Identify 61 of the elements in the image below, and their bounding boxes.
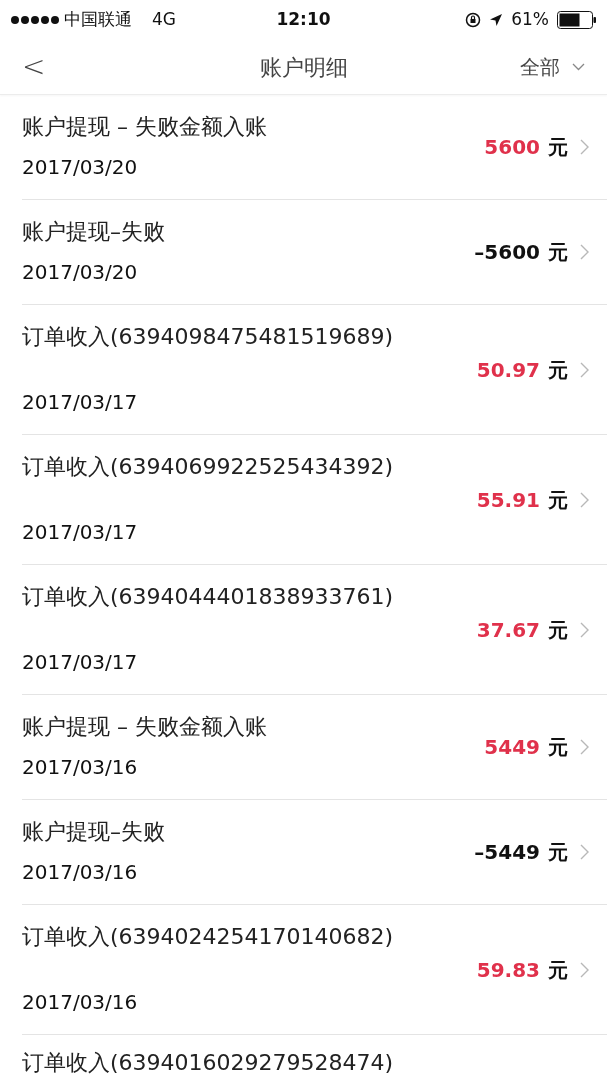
network-type: 4G — [152, 8, 176, 32]
currency-unit: 元 — [548, 134, 568, 161]
page-title: 账户明细 — [259, 53, 348, 82]
transaction-row[interactable]: 账户提现–失败 2017/03/20 –5600 元 — [22, 200, 607, 305]
row-title: 订单收入(6394098475481519689) — [22, 323, 395, 351]
row-date: 2017/03/16 — [22, 754, 139, 781]
battery-percent: 61% — [511, 8, 549, 32]
amount-value: 37.67 — [476, 616, 540, 644]
chevron-right-icon — [580, 139, 589, 155]
filter-dropdown[interactable]: 全部 — [520, 52, 585, 82]
row-title: 账户提现–失败 — [22, 218, 166, 246]
amount-value: 59.83 — [476, 956, 540, 984]
transaction-row[interactable]: 订单收入(6394069922525434392) 2017/03/17 55.91 元 — [22, 435, 607, 565]
chevron-down-icon — [572, 63, 585, 71]
rotation-lock-icon — [465, 12, 482, 28]
transaction-row[interactable]: 订单收入(6394044401838933761) 2017/03/17 37.67 元 — [22, 565, 607, 695]
currency-unit: 元 — [548, 616, 568, 644]
back-button[interactable]: < — [22, 53, 46, 81]
chevron-right-icon — [580, 244, 589, 260]
transaction-row[interactable]: 订单收入(6394098475481519689) 2017/03/17 50.97 元 — [22, 305, 607, 435]
amount-value: –5600 — [474, 239, 540, 266]
row-date: 2017/03/17 — [22, 519, 139, 546]
currency-unit: 元 — [548, 486, 568, 514]
chevron-right-icon — [580, 621, 589, 638]
row-title: 账户提现–失败 — [22, 818, 166, 846]
row-date: 2017/03/17 — [22, 389, 139, 416]
currency-unit: 元 — [548, 734, 568, 761]
amount-value: 5449 — [484, 734, 540, 761]
currency-unit: 元 — [548, 956, 568, 984]
signal-dots-icon — [10, 15, 60, 25]
location-arrow-icon — [489, 13, 504, 27]
chevron-right-icon — [580, 361, 589, 378]
transaction-row[interactable]: 账户提现 – 失败金额入账 2017/03/20 5600 元 — [22, 95, 607, 200]
transaction-row[interactable]: 账户提现–失败 2017/03/16 –5449 元 — [22, 800, 607, 905]
row-title: 订单收入(6394016029279528474) — [22, 1050, 394, 1075]
currency-unit: 元 — [548, 239, 568, 266]
clock-time: 12:10 — [276, 8, 331, 32]
currency-unit: 元 — [548, 356, 568, 384]
amount-value: 5600 — [484, 134, 540, 161]
amount-value: 55.91 — [476, 486, 540, 514]
row-date: 2017/03/17 — [22, 649, 139, 676]
row-title: 账户提现 – 失败金额入账 — [22, 113, 268, 141]
battery-icon — [557, 11, 597, 29]
chevron-right-icon — [580, 844, 589, 860]
chevron-right-icon — [580, 491, 589, 508]
amount-value: 50.97 — [476, 356, 540, 384]
row-date: 2017/03/16 — [22, 989, 139, 1016]
row-date: 2017/03/20 — [22, 259, 139, 286]
row-title: 订单收入(6394069922525434392) — [22, 453, 395, 481]
currency-unit: 元 — [548, 839, 568, 866]
transaction-row[interactable]: 账户提现 – 失败金额入账 2017/03/16 5449 元 — [22, 695, 607, 800]
chevron-right-icon — [580, 739, 589, 755]
transaction-row[interactable]: 订单收入(6394024254170140682) 2017/03/16 59.83 元 — [22, 905, 607, 1035]
row-date: 2017/03/20 — [22, 154, 139, 181]
carrier-name: 中国联通 — [64, 8, 132, 32]
row-title: 订单收入(6394044401838933761) — [22, 583, 395, 611]
chevron-right-icon — [580, 961, 589, 978]
row-title: 订单收入(6394024254170140682) — [22, 923, 395, 951]
amount-value: –5449 — [474, 839, 540, 866]
row-date: 2017/03/16 — [22, 859, 139, 886]
row-title: 账户提现 – 失败金额入账 — [22, 713, 268, 741]
